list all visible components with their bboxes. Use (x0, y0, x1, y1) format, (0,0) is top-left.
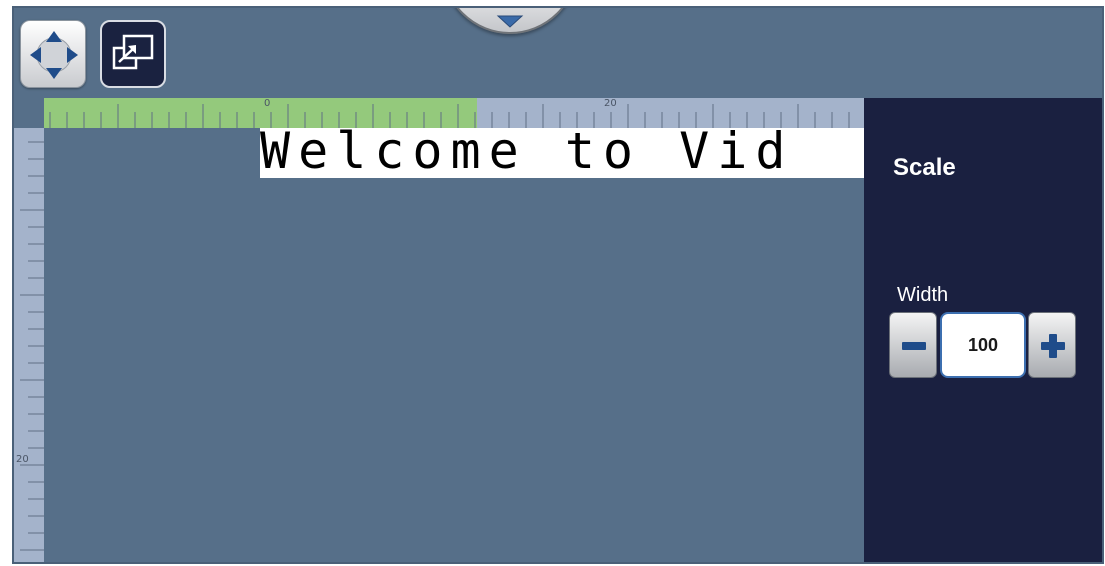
ruler-ticks (20, 141, 44, 551)
scale-panel: Scale Width 100 (864, 98, 1102, 562)
pulldown-tab[interactable] (442, 8, 578, 34)
minus-icon (902, 342, 926, 350)
move-arrows-icon (30, 31, 78, 79)
ruler-ticks (49, 104, 850, 128)
label-canvas[interactable]: Welcome to Vid (44, 128, 864, 562)
width-decrease-button[interactable] (889, 312, 937, 378)
text-field-content: Welcome to Vid (260, 128, 794, 178)
editor-frame: 0 20 20 Welcome to Vid Scale Width 100 (12, 6, 1104, 564)
scale-tool-button[interactable] (100, 20, 166, 88)
ruler-label: 20 (604, 98, 617, 109)
vertical-ruler: 20 (14, 128, 44, 562)
text-field[interactable]: Welcome to Vid (260, 128, 864, 178)
width-input[interactable]: 100 (940, 312, 1026, 378)
ruler-label: 0 (264, 98, 271, 109)
plus-icon (1041, 334, 1065, 358)
move-tool-button[interactable] (20, 20, 86, 88)
resize-scale-icon (112, 34, 154, 70)
horizontal-ruler: 0 20 (44, 98, 864, 128)
width-label: Width (897, 284, 949, 306)
ruler-label: 20 (16, 454, 29, 465)
chevron-down-icon (496, 15, 524, 28)
editor-app: 0 20 20 Welcome to Vid Scale Width 100 (0, 0, 1105, 566)
width-increase-button[interactable] (1028, 312, 1076, 378)
panel-title: Scale (893, 154, 956, 181)
